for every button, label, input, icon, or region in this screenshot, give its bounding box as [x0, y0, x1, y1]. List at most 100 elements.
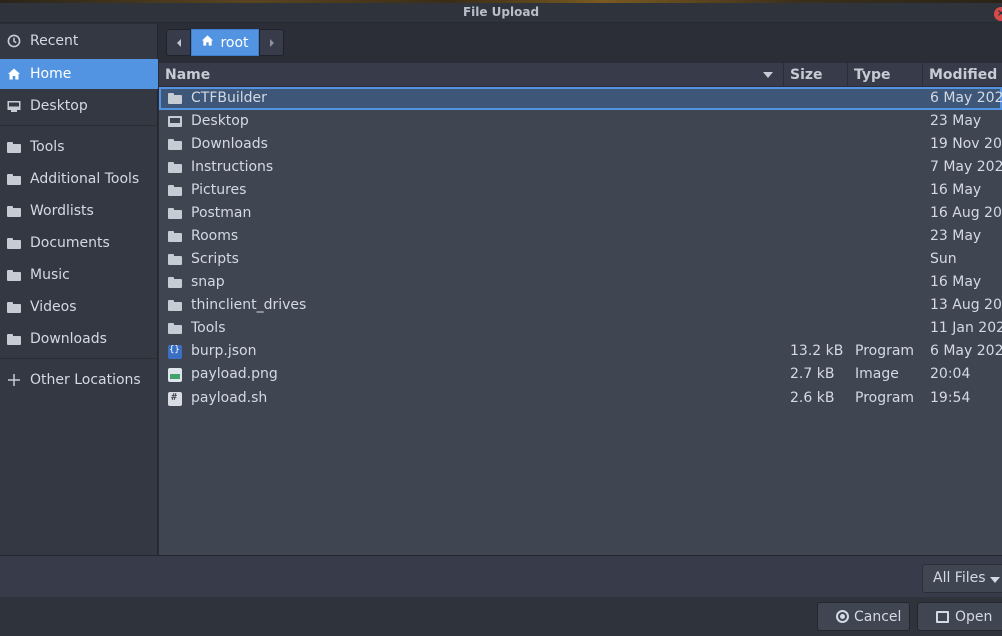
file-size: 2.6 kB: [790, 390, 835, 406]
file-name: thinclient_drives: [191, 297, 307, 313]
table-row[interactable]: thinclient_drives 13 Aug 2023: [159, 294, 1002, 317]
sidebar-item-label: Downloads: [30, 331, 107, 347]
sidebar-item-label: Home: [30, 66, 72, 82]
filter-label: All Files: [933, 570, 986, 586]
folder-icon: [168, 322, 182, 338]
column-header-type[interactable]: Type: [847, 63, 921, 87]
table-row[interactable]: Tools 11 Jan 2024: [159, 317, 1002, 340]
table-row[interactable]: payload.sh 2.6 kB Program 19:54: [159, 387, 1002, 410]
file-modified: 16 May: [930, 182, 982, 198]
table-row[interactable]: Postman 16 Aug 2023: [159, 202, 1002, 225]
sidebar-item-downloads[interactable]: Downloads: [0, 324, 158, 354]
file-modified: 16 Aug 2023: [930, 205, 1002, 221]
open-icon: [936, 610, 949, 623]
places-sidebar: Recent Home Desktop Tools Additional Too…: [0, 24, 158, 555]
file-name: Instructions: [191, 159, 274, 175]
column-header-size[interactable]: Size: [783, 63, 846, 87]
folder-icon: [168, 138, 182, 154]
file-name: Tools: [191, 320, 226, 336]
file-type: Program: [855, 343, 915, 359]
file-modified: 6 May 2024: [930, 343, 1002, 359]
file-name: Postman: [191, 205, 252, 221]
cancel-button[interactable]: Cancel: [817, 602, 910, 631]
file-modified: 16 May: [930, 274, 982, 290]
window-title: File Upload: [462, 5, 540, 19]
table-row[interactable]: burp.json 13.2 kB Program 6 May 2024: [159, 340, 1002, 363]
file-list-header: Name Size Type Modified: [159, 63, 1002, 87]
file-name: Rooms: [191, 228, 239, 244]
file-name: payload.png: [191, 366, 278, 382]
sidebar-item-recent[interactable]: Recent: [0, 26, 158, 56]
sidebar-item-label: Music: [30, 267, 70, 283]
file-name: Downloads: [191, 136, 268, 152]
sidebar-item-label: Other Locations: [30, 372, 141, 388]
open-label: Open: [955, 608, 993, 625]
file-name: burp.json: [191, 343, 257, 359]
file-name: CTFBuilder: [191, 90, 267, 106]
table-row[interactable]: CTFBuilder 6 May 2024: [159, 87, 1002, 110]
folder-icon: [168, 276, 182, 292]
sort-descending-icon: [763, 72, 773, 78]
file-name: Pictures: [191, 182, 247, 198]
plus-icon: [7, 373, 21, 387]
close-icon[interactable]: ×: [994, 7, 1002, 21]
file-modified: 11 Jan 2024: [930, 320, 1002, 336]
column-header-modified[interactable]: Modified: [922, 63, 1002, 87]
chevron-down-icon: [990, 577, 1000, 583]
table-row[interactable]: Pictures 16 May: [159, 179, 1002, 202]
folder-icon: [7, 172, 21, 186]
sidebar-item-music[interactable]: Music: [0, 260, 158, 290]
sidebar-item-tools[interactable]: Tools: [0, 132, 158, 162]
folder-icon: [7, 332, 21, 346]
table-row[interactable]: Instructions 7 May 2024: [159, 156, 1002, 179]
open-button[interactable]: Open: [917, 602, 1002, 631]
file-modified: 23 May: [930, 113, 982, 129]
sidebar-item-label: Desktop: [30, 98, 88, 114]
file-modified: 13 Aug 2023: [930, 297, 1002, 313]
sidebar-item-videos[interactable]: Videos: [0, 292, 158, 322]
sidebar-item-additional-tools[interactable]: Additional Tools: [0, 164, 158, 194]
folder-icon: [168, 184, 182, 200]
sidebar-separator: [0, 358, 158, 359]
chevron-left-icon: [176, 38, 181, 47]
folder-icon: [7, 140, 21, 154]
column-header-name[interactable]: Name: [159, 63, 781, 87]
folder-icon: [168, 299, 182, 315]
file-type: Program: [855, 390, 915, 406]
path-forward-button[interactable]: [259, 29, 284, 56]
desktop-icon: [7, 99, 21, 113]
table-row[interactable]: payload.png 2.7 kB Image 20:04: [159, 363, 1002, 386]
folder-icon: [168, 207, 182, 223]
table-row[interactable]: Scripts Sun: [159, 248, 1002, 271]
sidebar-item-label: Videos: [30, 299, 77, 315]
table-row[interactable]: Downloads 19 Nov 2023: [159, 133, 1002, 156]
table-row[interactable]: Desktop 23 May: [159, 110, 1002, 133]
path-segment-root[interactable]: root: [191, 29, 259, 56]
file-type-filter[interactable]: All Files: [922, 564, 1002, 593]
sidebar-item-other-locations[interactable]: Other Locations: [0, 365, 158, 395]
sidebar-item-label: Documents: [30, 235, 110, 251]
sidebar-item-documents[interactable]: Documents: [0, 228, 158, 258]
json-file-icon: [168, 345, 182, 363]
path-back-button[interactable]: [166, 29, 191, 56]
file-modified: 6 May 2024: [930, 90, 1002, 106]
dialog-footer: All Files Cancel Open: [0, 555, 1002, 636]
sidebar-separator: [0, 125, 158, 126]
file-modified: 23 May: [930, 228, 982, 244]
folder-icon: [7, 236, 21, 250]
folder-icon: [168, 161, 182, 177]
file-modified: Sun: [930, 251, 957, 267]
clock-icon: [7, 34, 21, 48]
sidebar-item-label: Additional Tools: [30, 171, 140, 187]
image-file-icon: [168, 368, 182, 386]
script-file-icon: [168, 392, 182, 410]
chevron-right-icon: [269, 38, 274, 47]
file-name: Scripts: [191, 251, 239, 267]
window-top-strip: [0, 0, 1002, 3]
sidebar-item-desktop[interactable]: Desktop: [0, 91, 158, 121]
sidebar-item-wordlists[interactable]: Wordlists: [0, 196, 158, 226]
table-row[interactable]: snap 16 May: [159, 271, 1002, 294]
file-list: Name Size Type Modified CTFBuilder 6 May…: [159, 63, 1002, 555]
sidebar-item-home[interactable]: Home: [0, 59, 158, 89]
table-row[interactable]: Rooms 23 May: [159, 225, 1002, 248]
